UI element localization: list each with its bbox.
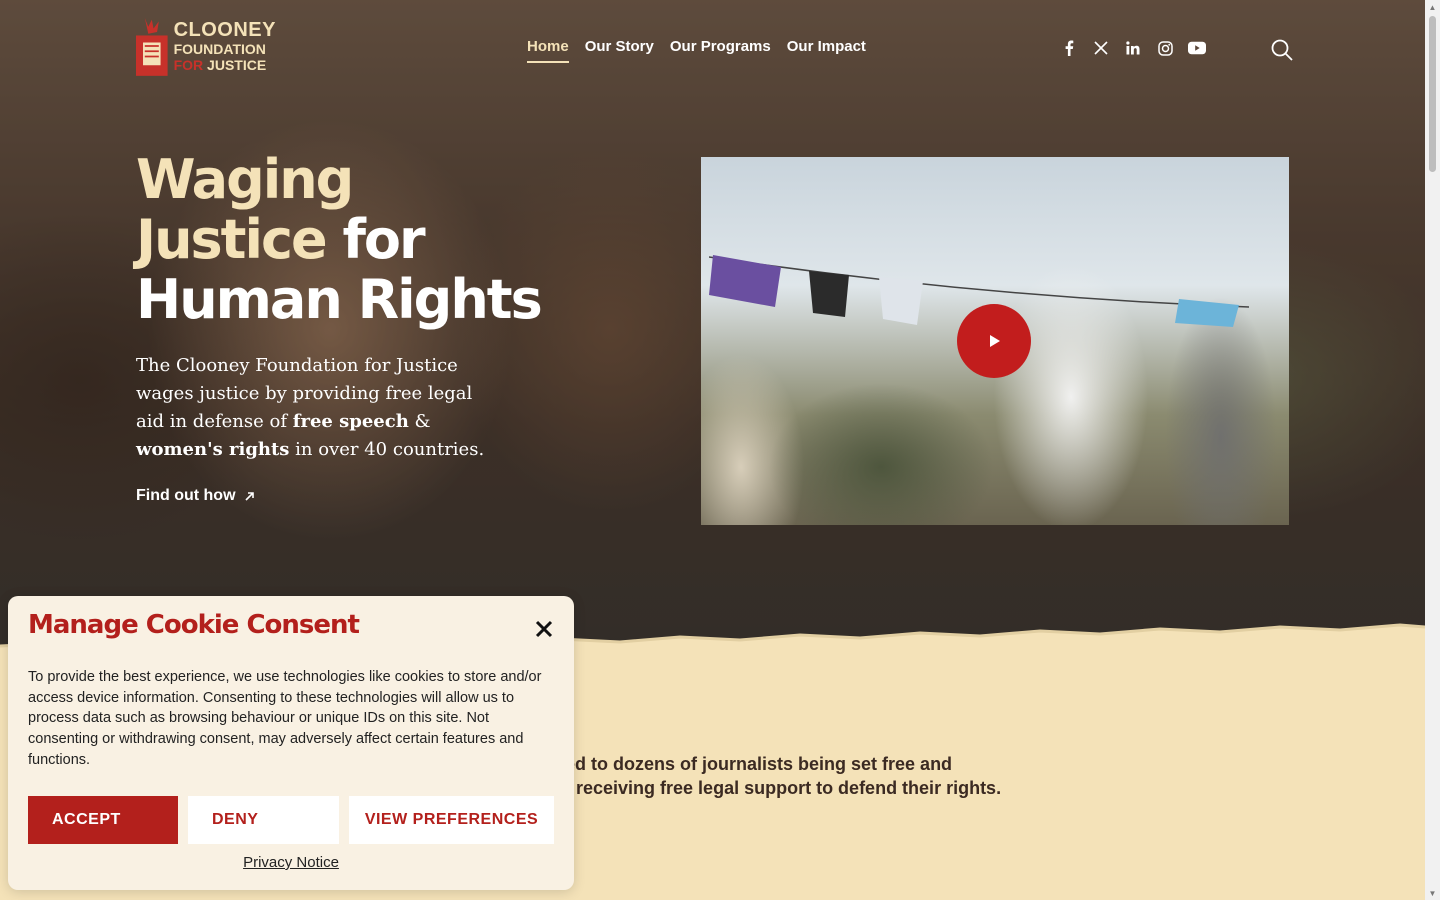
logo-line-3: FOR JUSTICE <box>174 58 276 72</box>
page-scrollbar[interactable]: ▲ ▼ <box>1425 0 1440 900</box>
cookie-body: To provide the best experience, we use t… <box>28 669 542 768</box>
play-icon <box>990 335 1000 347</box>
find-out-how-link[interactable]: Find out how <box>136 487 256 505</box>
linkedin-icon[interactable] <box>1124 38 1142 58</box>
instagram-icon[interactable] <box>1156 38 1174 58</box>
logo-wordmark: CLOONEY FOUNDATION FOR JUSTICE <box>174 20 276 72</box>
youtube-icon[interactable] <box>1188 38 1206 58</box>
sub-womens-rights: women's rights <box>136 439 290 460</box>
impact-line-1: led to dozens of journalists being set f… <box>560 754 953 774</box>
arrow-up-right-icon <box>244 492 254 501</box>
privacy-notice-link[interactable]: Privacy Notice <box>8 854 574 871</box>
main-nav: Home Our Story Our Programs Our Impact <box>527 38 866 63</box>
hero-description: The Clooney Foundation for Justice wages… <box>136 352 496 464</box>
sub-free-speech: free speech <box>292 411 409 432</box>
sub-text-2: & <box>408 411 431 432</box>
x-icon[interactable] <box>1092 38 1110 58</box>
play-button[interactable] <box>957 304 1031 378</box>
accept-button[interactable]: ACCEPT <box>28 796 178 844</box>
find-out-how-label: Find out how <box>136 487 236 504</box>
headline-for: for <box>325 208 425 271</box>
headline-human-rights: Human Rights <box>136 268 543 331</box>
nav-our-programs[interactable]: Our Programs <box>670 38 771 63</box>
logo-justice: JUSTICE <box>203 57 267 73</box>
nav-our-story[interactable]: Our Story <box>585 38 654 63</box>
logo-line-2: FOUNDATION <box>173 41 266 57</box>
headline-waging: Waging <box>136 148 354 211</box>
hero-headline: Waging Justice for Human Rights <box>136 150 576 330</box>
impact-text: led to dozens of journalists being set f… <box>560 752 1080 800</box>
site-logo[interactable]: CLOONEY FOUNDATION FOR JUSTICE <box>136 12 276 80</box>
search-icon[interactable] <box>1271 39 1293 61</box>
headline-justice: Justice <box>136 208 328 271</box>
scrollbar-thumb[interactable] <box>1429 16 1436 172</box>
cookie-consent-dialog: Manage Cookie Consent To provide the bes… <box>8 596 574 890</box>
logo-line-1: CLOONEY <box>173 19 276 41</box>
view-preferences-button[interactable]: VIEW PREFERENCES <box>349 796 554 844</box>
nav-home[interactable]: Home <box>527 38 569 63</box>
social-links <box>1060 38 1206 58</box>
logo-for: FOR <box>173 57 204 73</box>
video-player[interactable] <box>701 157 1289 525</box>
nav-our-impact[interactable]: Our Impact <box>787 38 866 63</box>
cookie-title: Manage Cookie Consent <box>28 610 360 640</box>
scroll-down-arrow-icon[interactable]: ▼ <box>1425 886 1440 900</box>
scroll-up-arrow-icon[interactable]: ▲ <box>1425 0 1440 14</box>
fist-logo-icon <box>136 17 168 76</box>
deny-button[interactable]: DENY <box>188 796 339 844</box>
sub-text-3: in over 40 countries. <box>289 439 485 460</box>
close-icon[interactable] <box>532 617 556 641</box>
facebook-icon[interactable] <box>1060 38 1078 58</box>
impact-line-2: n receiving free legal support to defend… <box>560 778 1002 798</box>
